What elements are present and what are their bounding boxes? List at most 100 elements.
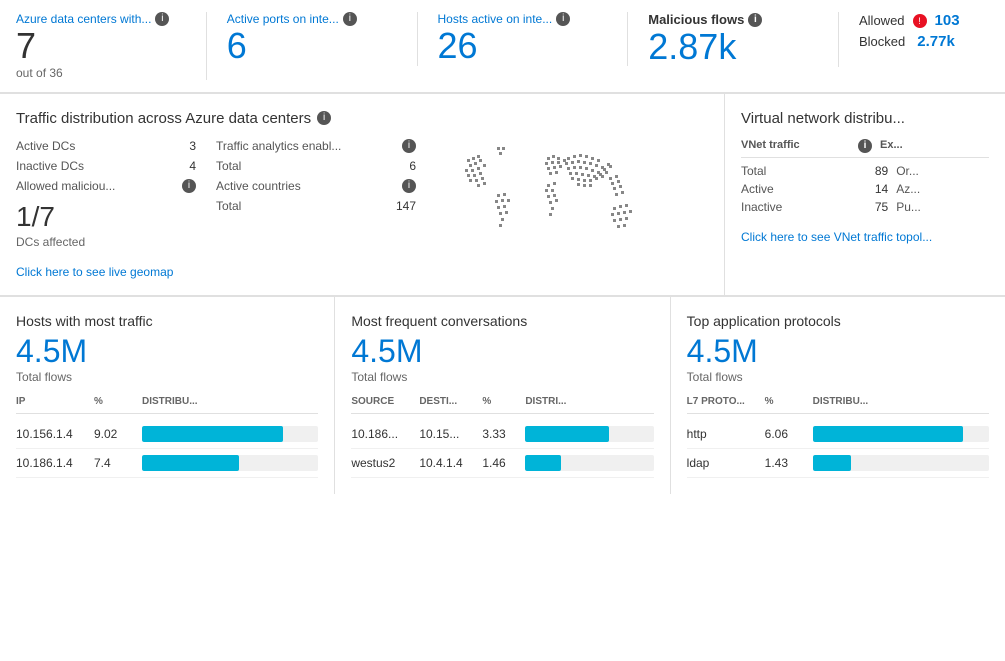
analytics-countries: Active countries i [216, 179, 416, 193]
conv-row2-bar-fill [525, 455, 561, 471]
conv-col-pct-header: % [482, 396, 517, 407]
conv-row2-bar [525, 455, 653, 471]
hosts-panel-sub: Total flows [16, 370, 318, 384]
vnet-section-title: Virtual network distribu... [741, 110, 989, 127]
vnet-total-extra: Or... [896, 164, 989, 178]
allowed-count: 103 [935, 12, 960, 29]
hosts-panel: Hosts with most traffic 4.5M Total flows… [0, 297, 335, 494]
active-ports-value: 6 [227, 26, 397, 66]
hosts-active-label[interactable]: Hosts active on inte... i [438, 12, 608, 26]
vnet-info-icon[interactable]: i [858, 139, 872, 153]
proto-col-dist-header: DISTRIBU... [813, 396, 989, 407]
analytics-col: Traffic analytics enabl... i Total 6 Act… [216, 139, 416, 279]
active-dcs-label: Active DCs [16, 139, 75, 153]
active-ports-metric: Active ports on inte... i 6 [227, 12, 418, 66]
conv-row1-dest: 10.15... [419, 427, 474, 441]
active-ports-label[interactable]: Active ports on inte... i [227, 12, 397, 26]
hosts-row1-ip: 10.156.1.4 [16, 427, 86, 441]
vnet-header-row: VNet traffic i Ex... [741, 139, 989, 158]
traffic-title-text: Traffic distribution across Azure data c… [16, 110, 311, 127]
allowed-malicious-info-icon[interactable]: i [182, 179, 196, 193]
hosts-row2-bar-container [142, 455, 318, 471]
hosts-row1-pct: 9.02 [94, 427, 134, 441]
vnet-inactive-value: 75 [842, 200, 888, 214]
protocols-panel: Top application protocols 4.5M Total flo… [671, 297, 1005, 494]
conv-row-1: 10.186... 10.15... 3.33 [351, 420, 653, 449]
allowed-blocked-metric: Allowed ! 103 Blocked 2.77k [859, 12, 989, 50]
hosts-row2-ip: 10.186.1.4 [16, 456, 86, 470]
dcs-affected-label: DCs affected [16, 235, 196, 249]
azure-dc-info-icon[interactable]: i [155, 12, 169, 26]
malicious-flows-info-icon[interactable]: i [748, 13, 762, 27]
hosts-row-2: 10.186.1.4 7.4 [16, 449, 318, 478]
conversations-table-header: SOURCE DESTI... % DISTRI... [351, 396, 653, 414]
azure-dc-sub: out of 36 [16, 66, 186, 80]
proto-col-proto-header: L7 PROTO... [687, 396, 757, 407]
conv-col-dest-header: DESTI... [419, 396, 474, 407]
vnet-total-label: Total [741, 164, 834, 178]
proto-row1-bar [813, 426, 989, 442]
hosts-row2-pct: 7.4 [94, 456, 134, 470]
vnet-link[interactable]: Click here to see VNet traffic topol... [741, 230, 989, 244]
azure-dc-label-text: Azure data centers with... [16, 12, 151, 26]
analytics-countries-total: Total 147 [216, 199, 416, 213]
analytics-total-value: 6 [409, 159, 416, 173]
azure-dc-label[interactable]: Azure data centers with... i [16, 12, 186, 26]
geomap-link[interactable]: Click here to see live geomap [16, 265, 196, 279]
vnet-row-inactive: Inactive 75 Pu... [741, 200, 989, 214]
world-map-svg [447, 139, 697, 279]
vnet-table: VNet traffic i Ex... Total 89 Or... Acti… [741, 139, 989, 214]
conversations-panel: Most frequent conversations 4.5M Total f… [335, 297, 670, 494]
stat-inactive-dcs: Inactive DCs 4 [16, 159, 196, 173]
active-ports-label-text: Active ports on inte... [227, 12, 339, 26]
conversations-panel-total: 4.5M [351, 333, 653, 370]
hosts-panel-title: Hosts with most traffic [16, 313, 318, 329]
conv-row1-pct: 3.33 [482, 427, 517, 441]
proto-row2-bar [813, 455, 989, 471]
vnet-header-extra: Ex... [880, 139, 989, 153]
analytics-enabled-icon[interactable]: i [402, 139, 416, 153]
bottom-section: Hosts with most traffic 4.5M Total flows… [0, 297, 1005, 494]
top-metrics-bar: Azure data centers with... i 7 out of 36… [0, 0, 1005, 93]
proto-row1-bar-container [813, 426, 989, 442]
traffic-section-title: Traffic distribution across Azure data c… [16, 110, 708, 127]
allowed-badge: ! [913, 14, 927, 28]
active-dcs-value: 3 [189, 139, 196, 153]
inactive-dcs-value: 4 [189, 159, 196, 173]
hosts-col-ip-header: IP [16, 396, 86, 407]
malicious-flows-value: 2.87k [648, 27, 818, 67]
hosts-active-value: 26 [438, 26, 608, 66]
proto-col-pct-header: % [765, 396, 805, 407]
hosts-active-label-text: Hosts active on inte... [438, 12, 553, 26]
hosts-table-header: IP % DISTRIBU... [16, 396, 318, 414]
protocols-table-header: L7 PROTO... % DISTRIBU... [687, 396, 989, 414]
allowed-blocked-container: Allowed ! 103 Blocked 2.77k [859, 12, 969, 50]
proto-row-1: http 6.06 [687, 420, 989, 449]
allowed-row: Allowed ! 103 [859, 12, 969, 29]
proto-row1-pct: 6.06 [765, 427, 805, 441]
proto-row2-bar-fill [813, 455, 852, 471]
malicious-flows-label-text: Malicious flows [648, 12, 744, 27]
hosts-active-info-icon[interactable]: i [556, 12, 570, 26]
active-ports-info-icon[interactable]: i [343, 12, 357, 26]
protocols-panel-sub: Total flows [687, 370, 989, 384]
conv-row1-bar [525, 426, 653, 442]
blocked-row: Blocked 2.77k [859, 33, 969, 50]
hosts-row1-bar [142, 426, 318, 442]
vnet-total-value: 89 [842, 164, 888, 178]
hosts-active-metric: Hosts active on inte... i 26 [438, 12, 629, 66]
conv-row2-dest: 10.4.1.4 [419, 456, 474, 470]
conversations-panel-sub: Total flows [351, 370, 653, 384]
conv-row-2: westus2 10.4.1.4 1.46 [351, 449, 653, 478]
proto-row1-bar-fill [813, 426, 963, 442]
proto-row-2: ldap 1.43 [687, 449, 989, 478]
analytics-countries-icon[interactable]: i [402, 179, 416, 193]
allowed-label: Allowed [859, 13, 905, 28]
vnet-inactive-extra: Pu... [896, 200, 989, 214]
analytics-total: Total 6 [216, 159, 416, 173]
vnet-row-active: Active 14 Az... [741, 182, 989, 196]
conv-col-dist-header: DISTRI... [525, 396, 653, 407]
hosts-row1-bar-container [142, 426, 318, 442]
traffic-info-icon[interactable]: i [317, 111, 331, 125]
malicious-flows-metric: Malicious flows i 2.87k [648, 12, 839, 67]
